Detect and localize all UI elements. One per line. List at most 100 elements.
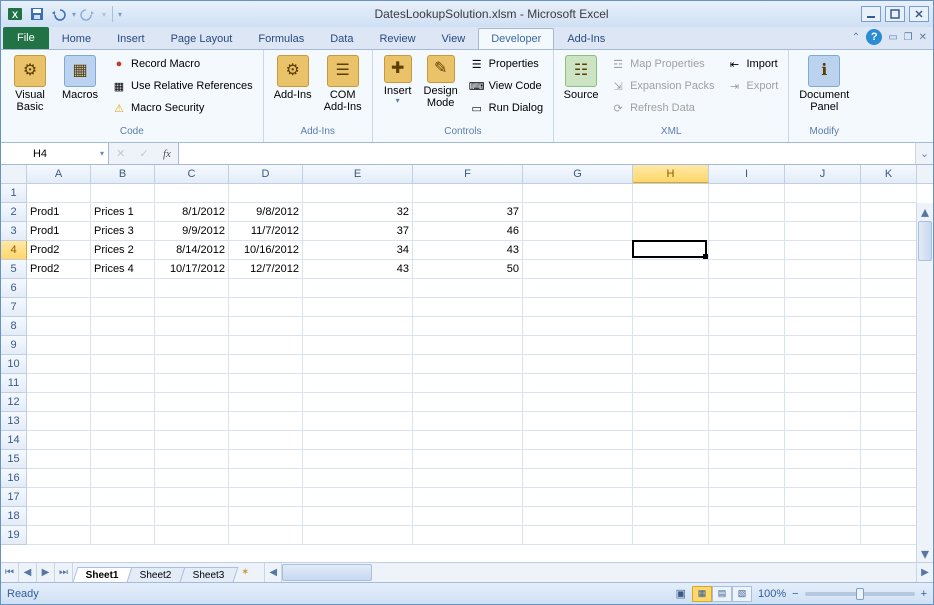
cell[interactable]	[523, 412, 633, 431]
cell[interactable]: 34	[303, 241, 413, 260]
horizontal-scrollbar[interactable]: ◀ ▶	[264, 563, 933, 582]
cell[interactable]	[785, 355, 861, 374]
cell[interactable]	[229, 355, 303, 374]
cell[interactable]	[785, 260, 861, 279]
close-button[interactable]	[909, 6, 929, 22]
cell[interactable]	[91, 184, 155, 203]
cell[interactable]	[785, 450, 861, 469]
cell[interactable]	[413, 431, 523, 450]
insert-control-button[interactable]: ✚ Insert ▾	[377, 52, 419, 124]
tab-insert[interactable]: Insert	[104, 28, 158, 49]
record-macro-button[interactable]: ●Record Macro	[107, 54, 257, 74]
cell[interactable]	[633, 526, 709, 545]
cell[interactable]	[27, 393, 91, 412]
cell[interactable]	[709, 241, 785, 260]
use-relative-refs-button[interactable]: ▦Use Relative References	[107, 76, 257, 96]
cell[interactable]	[155, 336, 229, 355]
workbook-close-icon[interactable]: ✕	[919, 32, 927, 43]
visual-basic-button[interactable]: ⚙ Visual Basic	[5, 52, 55, 124]
cell[interactable]	[413, 526, 523, 545]
cell[interactable]	[861, 393, 917, 412]
hscroll-right-icon[interactable]: ▶	[916, 563, 933, 582]
cell[interactable]	[785, 184, 861, 203]
cell[interactable]	[861, 355, 917, 374]
cell[interactable]	[229, 488, 303, 507]
design-mode-button[interactable]: ✎ Design Mode	[419, 52, 463, 124]
cell[interactable]	[523, 374, 633, 393]
cell[interactable]	[303, 412, 413, 431]
cell[interactable]	[303, 450, 413, 469]
cell[interactable]	[229, 469, 303, 488]
cell[interactable]	[709, 507, 785, 526]
cell[interactable]	[27, 469, 91, 488]
cell[interactable]	[785, 469, 861, 488]
cell[interactable]	[155, 355, 229, 374]
cell[interactable]	[27, 279, 91, 298]
col-header-G[interactable]: G	[523, 165, 633, 183]
col-header-E[interactable]: E	[303, 165, 413, 183]
namebox-dropdown-icon[interactable]: ▾	[100, 149, 104, 158]
cell[interactable]	[27, 184, 91, 203]
cell[interactable]: 10/17/2012	[155, 260, 229, 279]
row-header[interactable]: 17	[1, 488, 27, 507]
cell[interactable]	[709, 393, 785, 412]
cell[interactable]	[303, 469, 413, 488]
cell[interactable]	[229, 298, 303, 317]
cell[interactable]	[633, 298, 709, 317]
cell[interactable]	[861, 450, 917, 469]
cell[interactable]	[523, 507, 633, 526]
cell[interactable]	[523, 260, 633, 279]
cell[interactable]	[413, 279, 523, 298]
cell[interactable]	[155, 279, 229, 298]
cell[interactable]	[27, 355, 91, 374]
cell[interactable]	[91, 355, 155, 374]
cell[interactable]	[413, 507, 523, 526]
cell[interactable]	[27, 507, 91, 526]
cell[interactable]	[91, 336, 155, 355]
cell[interactable]: 12/7/2012	[229, 260, 303, 279]
sheet-nav-last-icon[interactable]: ⏭	[55, 563, 73, 582]
cell[interactable]	[303, 317, 413, 336]
cell[interactable]	[27, 374, 91, 393]
cell[interactable]	[785, 488, 861, 507]
cell[interactable]	[303, 393, 413, 412]
cell[interactable]	[709, 336, 785, 355]
normal-view-button[interactable]: ▦	[692, 586, 712, 602]
cell[interactable]	[27, 450, 91, 469]
cell[interactable]	[861, 298, 917, 317]
cell[interactable]	[523, 488, 633, 507]
row-header[interactable]: 9	[1, 336, 27, 355]
cell[interactable]	[709, 469, 785, 488]
cell[interactable]	[155, 393, 229, 412]
cell[interactable]	[523, 241, 633, 260]
cell[interactable]: 32	[303, 203, 413, 222]
zoom-value[interactable]: 100%	[758, 588, 786, 600]
run-dialog-button[interactable]: ▭Run Dialog	[465, 98, 547, 118]
cell[interactable]	[27, 488, 91, 507]
cell[interactable]	[785, 507, 861, 526]
com-addins-button[interactable]: ☰ COM Add-Ins	[318, 52, 368, 124]
tab-developer[interactable]: Developer	[478, 28, 554, 49]
cell[interactable]	[413, 336, 523, 355]
cell[interactable]	[785, 431, 861, 450]
cell[interactable]	[709, 374, 785, 393]
row-header[interactable]: 18	[1, 507, 27, 526]
cell[interactable]	[229, 393, 303, 412]
cell[interactable]	[155, 431, 229, 450]
cell[interactable]	[229, 450, 303, 469]
cell[interactable]	[303, 184, 413, 203]
cell[interactable]	[229, 317, 303, 336]
cell[interactable]	[785, 317, 861, 336]
cell[interactable]	[709, 526, 785, 545]
cell[interactable]	[229, 431, 303, 450]
cell[interactable]	[633, 374, 709, 393]
cell[interactable]	[523, 450, 633, 469]
cell[interactable]	[633, 317, 709, 336]
cell[interactable]: Prod1	[27, 222, 91, 241]
cell[interactable]	[785, 412, 861, 431]
cell[interactable]	[861, 526, 917, 545]
maximize-button[interactable]	[885, 6, 905, 22]
cell[interactable]: Prices 4	[91, 260, 155, 279]
macros-button[interactable]: ▦ Macros	[55, 52, 105, 124]
cell[interactable]: 37	[413, 203, 523, 222]
